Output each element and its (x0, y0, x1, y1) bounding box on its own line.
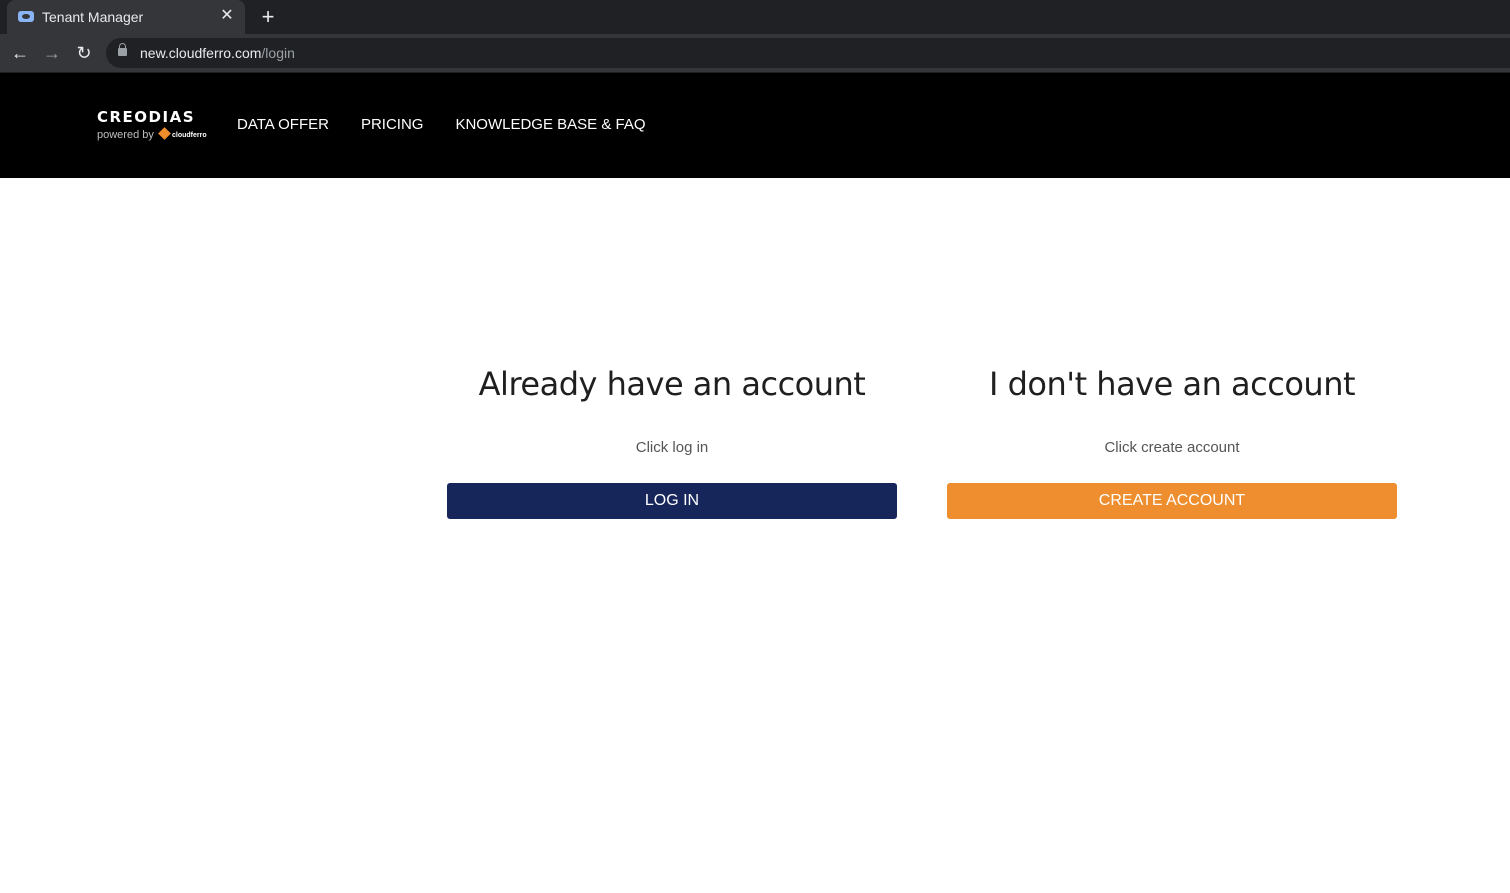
lock-icon[interactable] (118, 43, 127, 56)
url-host: new.cloudferro.com (140, 45, 262, 61)
url-text: new.cloudferro.com/login (140, 45, 295, 61)
browser-toolbar: ← → ↻ new.cloudferro.com/login (0, 34, 1510, 73)
create-hint: Click create account (1104, 439, 1240, 456)
logo-partner: cloudferro (172, 132, 207, 139)
browser-tab-strip: Tenant Manager ✕ + (0, 0, 1510, 34)
url-path: /login (261, 45, 295, 61)
new-tab-button[interactable]: + (256, 5, 280, 29)
logo-powered-by: powered by (97, 129, 154, 141)
nav-data-offer[interactable]: DATA OFFER (237, 116, 329, 133)
creodias-logo[interactable]: CREODIAS powered by cloudferro (97, 108, 209, 144)
browser-tab[interactable]: Tenant Manager ✕ (7, 0, 245, 34)
tab-title: Tenant Manager (42, 9, 144, 25)
close-tab-icon[interactable]: ✕ (217, 6, 237, 26)
login-section: Already have an account Click log in LOG… (447, 365, 897, 519)
back-arrow-icon[interactable]: ← (8, 41, 32, 65)
login-heading: Already have an account (478, 365, 866, 403)
reload-icon[interactable]: ↻ (72, 41, 96, 65)
nav-pricing[interactable]: PRICING (361, 116, 424, 133)
login-hint: Click log in (635, 439, 709, 456)
cloudferro-mark-icon (158, 127, 171, 140)
log-in-button[interactable]: LOG IN (447, 483, 897, 519)
forward-arrow-icon[interactable]: → (40, 41, 64, 65)
site-header: CREODIAS powered by cloudferro DATA OFFE… (0, 73, 1510, 178)
logo-brand: CREODIAS (97, 108, 196, 126)
create-account-section: I don't have an account Click create acc… (947, 365, 1397, 519)
create-account-button[interactable]: CREATE ACCOUNT (947, 483, 1397, 519)
address-bar[interactable]: new.cloudferro.com/login (106, 38, 1510, 68)
main-nav: DATA OFFER PRICING KNOWLEDGE BASE & FAQ (237, 116, 646, 133)
nav-knowledge-base-faq[interactable]: KNOWLEDGE BASE & FAQ (455, 116, 645, 133)
create-heading: I don't have an account (988, 365, 1356, 403)
tenant-favicon-icon (18, 11, 34, 22)
